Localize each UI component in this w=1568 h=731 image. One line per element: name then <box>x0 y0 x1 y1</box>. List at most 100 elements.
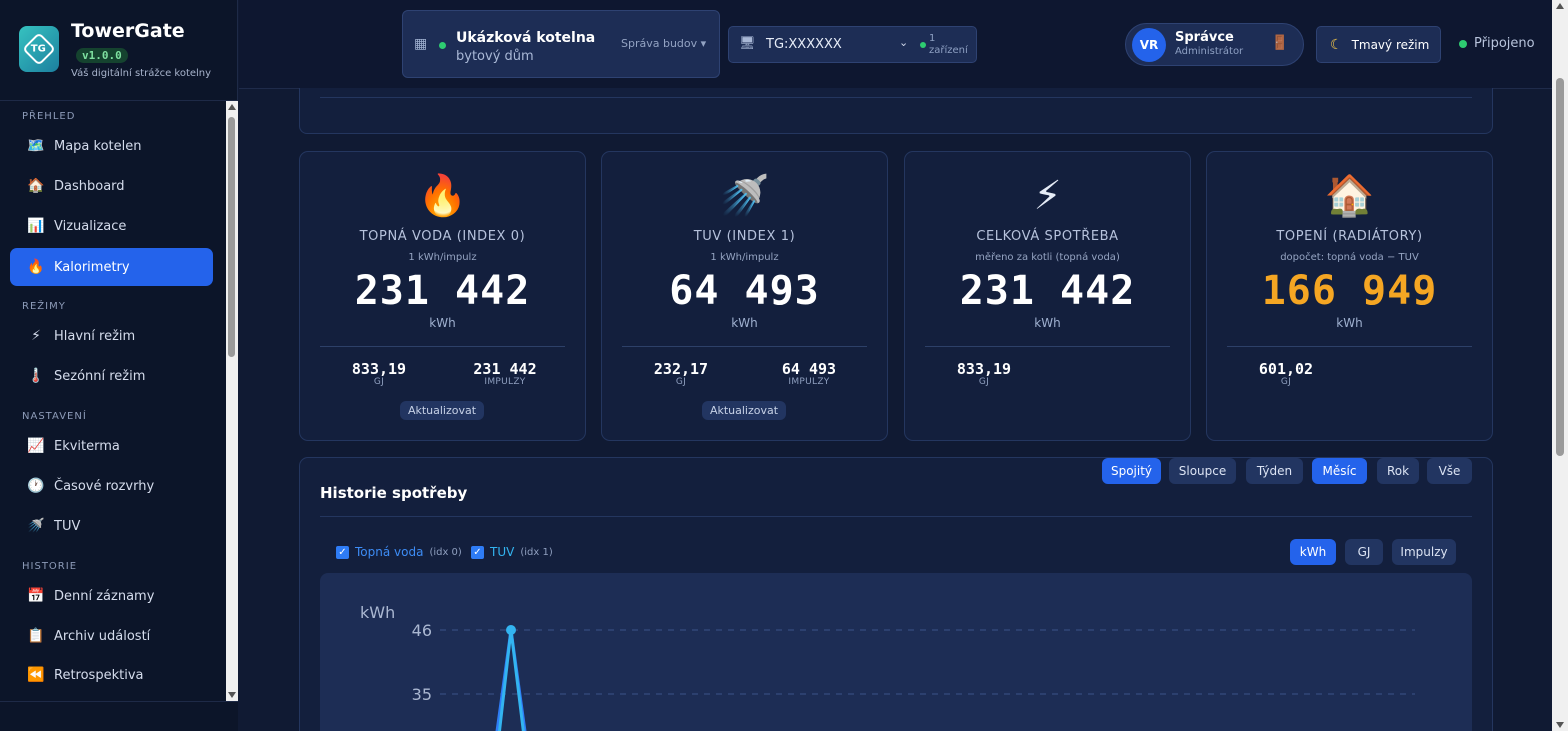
unit-button-impulzy[interactable]: Impulzy <box>1392 539 1456 565</box>
map-icon: 🗺️ <box>27 138 45 154</box>
view-button-rok[interactable]: Rok <box>1377 458 1419 484</box>
stat-label: GJ <box>675 377 687 387</box>
sidebar-item-retrospektiva[interactable]: ⏪ Retrospektiva <box>10 656 213 694</box>
stat-label: GJ <box>978 377 990 387</box>
sidebar-item-archiv-udalosti[interactable]: 📋 Archiv událostí <box>10 617 213 655</box>
view-button-sloupce[interactable]: Sloupce <box>1169 458 1236 484</box>
scroll-up-arrow-icon[interactable] <box>1556 3 1564 9</box>
sidebar-item-ekviterma[interactable]: 📈 Ekviterma <box>10 427 213 465</box>
divider <box>320 97 1472 98</box>
sidebar-item-hlavni-rezim[interactable]: ⚡ Hlavní režim <box>10 317 213 355</box>
scroll-up-arrow-icon[interactable] <box>228 104 236 110</box>
fire-icon: 🔥 <box>27 259 45 275</box>
logout-door-icon[interactable]: 🚪 <box>1271 35 1288 51</box>
sidebar-item-mapa-kotelen[interactable]: 🗺️ Mapa kotelen <box>10 127 213 165</box>
app-logo[interactable]: TG <box>19 26 59 72</box>
main-scrollbar[interactable] <box>1552 0 1568 731</box>
stat-gj: 601,02 GJ <box>1231 360 1341 387</box>
history-chart[interactable]: kWh 46 35 <box>320 573 1472 731</box>
building-icon: ▦ <box>414 36 428 52</box>
lightning-icon: ⚡ <box>1033 173 1062 219</box>
monitor-icon: 🖥 <box>739 36 756 51</box>
theme-toggle-label: Tmavý režim <box>1351 37 1430 52</box>
card-subtitle: dopočet: topná voda − TUV <box>1280 252 1419 263</box>
nav-section-settings: NASTAVENÍ <box>22 411 87 422</box>
sidebar-item-sezonni-rezim[interactable]: 🌡️ Sezónní režim <box>10 357 213 395</box>
card-celkova-spotreba: ⚡ CELKOVÁ SPOTŘEBA měřeno za kotli (topn… <box>904 151 1191 441</box>
card-tuv: 🚿 TUV (INDEX 1) 1 kWh/impulz 64 493 kWh … <box>601 151 888 441</box>
stat-label: IMPULZY <box>788 377 830 387</box>
sidebar-item-vizualizace[interactable]: 📊 Vizualizace <box>10 207 213 245</box>
legend-tuv[interactable]: ✓ TUV (idx 1) <box>471 545 553 559</box>
top-header: ▦ Ukázková kotelna bytový dům Správa bud… <box>239 0 1552 89</box>
checkbox-checked-icon[interactable]: ✓ <box>336 545 349 559</box>
device-id: TG:XXXXXX <box>766 37 842 52</box>
chart-svg: kWh 46 35 <box>360 603 1415 731</box>
card-title: TUV (INDEX 1) <box>693 229 796 244</box>
view-button-mesic[interactable]: Měsíc <box>1312 458 1367 484</box>
divider <box>1227 346 1472 347</box>
update-button[interactable]: Aktualizovat <box>400 401 484 420</box>
view-button-spojity[interactable]: Spojitý <box>1102 458 1161 484</box>
stat-label: GJ <box>1280 377 1292 387</box>
unit-button-gj[interactable]: GJ <box>1345 539 1383 565</box>
user-role: Administrátor <box>1175 46 1244 57</box>
sidebar-item-denni-zaznamy[interactable]: 📅 Denní záznamy <box>10 577 213 615</box>
sidebar-item-tuv[interactable]: 🚿 TUV <box>10 507 213 545</box>
y-axis-label: kWh <box>360 603 395 622</box>
house-icon: 🏠 <box>27 178 45 194</box>
connection-label: Připojeno <box>1474 36 1535 51</box>
manage-buildings-dropdown[interactable]: Správa budov ▾ <box>621 37 706 50</box>
view-button-tyden[interactable]: Týden <box>1246 458 1303 484</box>
data-point <box>506 625 516 635</box>
unit-button-kwh[interactable]: kWh <box>1290 539 1336 565</box>
card-subtitle: měřeno za kotli (topná voda) <box>975 252 1120 263</box>
sidebar-item-label: Mapa kotelen <box>54 138 142 154</box>
sidebar-item-label: Dashboard <box>54 178 125 194</box>
sidebar-scrollbar[interactable] <box>226 101 238 701</box>
sidebar-item-casove-rozvrhy[interactable]: 🕐 Časové rozvrhy <box>10 467 213 505</box>
device-selector[interactable]: 🖥 TG:XXXXXX ⌄ 1 zařízení <box>728 26 977 63</box>
version-badge: v1.0.0 <box>76 48 128 63</box>
sidebar-item-label: Denní záznamy <box>54 588 155 604</box>
card-unit: kWh <box>1336 316 1363 330</box>
sidebar-scrollbar-thumb[interactable] <box>228 117 235 357</box>
sidebar-item-dashboard[interactable]: 🏠 Dashboard <box>10 167 213 205</box>
nav-section-overview: PŘEHLED <box>22 111 76 122</box>
legend-label: TUV <box>490 545 515 559</box>
view-button-vse[interactable]: Vše <box>1427 458 1472 484</box>
series-line-tuv <box>497 629 525 731</box>
card-subtitle: 1 kWh/impulz <box>408 252 477 263</box>
card-value: 64 493 <box>669 268 820 314</box>
sidebar-item-label: Archiv událostí <box>54 628 151 644</box>
scroll-down-arrow-icon[interactable] <box>228 692 236 698</box>
user-menu[interactable]: VR Správce Administrátor 🚪 <box>1125 23 1304 66</box>
scroll-down-arrow-icon[interactable] <box>1556 722 1564 728</box>
logo-text: TG <box>31 43 47 55</box>
divider <box>925 346 1170 347</box>
card-subtitle: 1 kWh/impulz <box>710 252 779 263</box>
bar-chart-icon: 📊 <box>27 218 45 234</box>
stat-value: 833,19 <box>956 360 1012 378</box>
chevron-down-icon: ⌄ <box>899 36 909 49</box>
update-button[interactable]: Aktualizovat <box>702 401 786 420</box>
connection-status: Připojeno <box>1459 36 1535 51</box>
shower-icon: 🚿 <box>719 173 770 219</box>
sidebar-item-label: TUV <box>54 518 81 534</box>
sidebar-item-kalorimetry[interactable]: 🔥 Kalorimetry <box>10 248 213 286</box>
building-selector[interactable]: ▦ Ukázková kotelna bytový dům Správa bud… <box>402 10 720 78</box>
trend-chart-icon: 📈 <box>27 438 45 454</box>
theme-toggle-button[interactable]: ☾ Tmavý režim <box>1316 26 1441 63</box>
stat-label: IMPULZY <box>484 377 526 387</box>
legend-topna-voda[interactable]: ✓ Topná voda (idx 0) <box>336 545 462 559</box>
checkbox-checked-icon[interactable]: ✓ <box>471 545 484 559</box>
sidebar-item-label: Časové rozvrhy <box>54 478 155 494</box>
house-icon: 🏠 <box>1324 173 1375 219</box>
main-scrollbar-thumb[interactable] <box>1556 78 1564 456</box>
device-count: 1 zařízení <box>929 33 968 57</box>
app-tagline: Váš digitální strážce kotelny <box>71 68 212 79</box>
sidebar-item-label: Hlavní režim <box>54 328 136 344</box>
app-name: TowerGate <box>71 20 185 42</box>
stat-gj: 232,17 GJ <box>626 360 736 387</box>
stat-impulzy: 231 442 IMPULZY <box>450 360 560 387</box>
